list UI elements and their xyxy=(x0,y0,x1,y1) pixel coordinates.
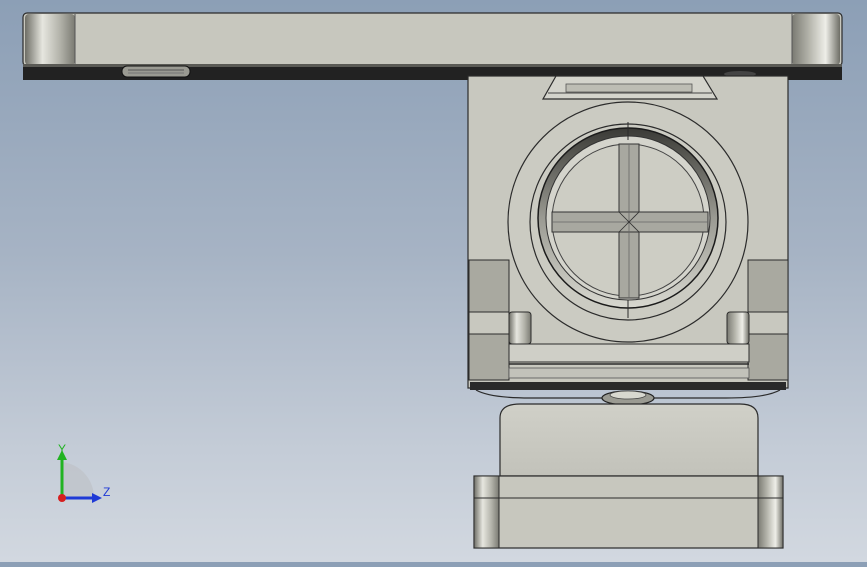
top-plate-left-end xyxy=(25,14,75,65)
top-plate[interactable] xyxy=(22,12,843,80)
top-plate-right-end xyxy=(792,14,840,65)
base-plate xyxy=(473,475,784,549)
orientation-triad[interactable]: Y Z xyxy=(50,440,120,510)
lower-carriage[interactable] xyxy=(473,403,784,549)
cad-model-viewport[interactable]: Y Z xyxy=(0,0,867,562)
main-body[interactable] xyxy=(467,75,789,389)
base-right-end xyxy=(757,475,784,549)
cad-model-drawing xyxy=(22,12,843,549)
body-underside xyxy=(470,382,786,406)
x-axis-dot xyxy=(58,494,66,502)
base-left-end xyxy=(473,475,500,549)
z-axis-label: Z xyxy=(103,485,111,499)
top-plate-slot xyxy=(121,65,191,78)
y-axis-label: Y xyxy=(58,442,67,456)
